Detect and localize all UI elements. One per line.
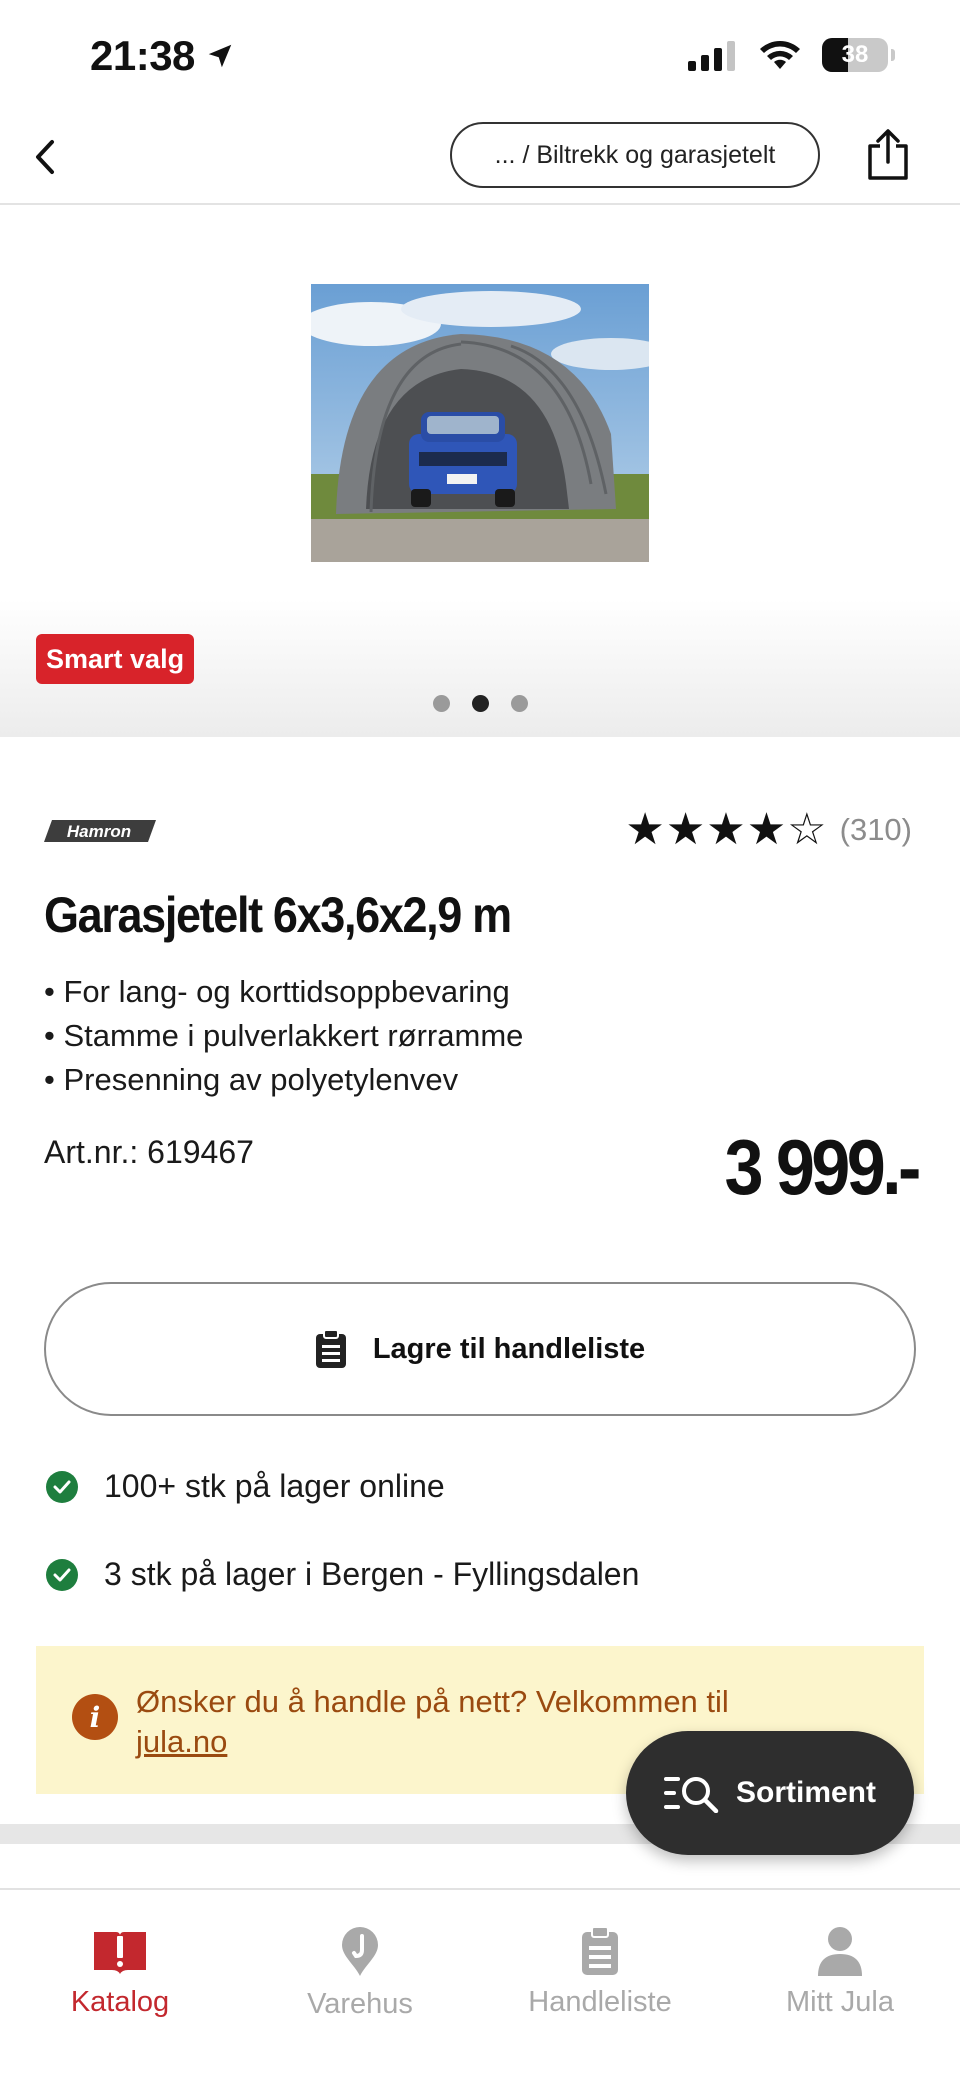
product-title: Garasjetelt 6x3,6x2,9 m <box>44 887 512 943</box>
feature-item: Stamme i pulverlakkert rørramme <box>44 1014 523 1058</box>
tab-mitt-jula[interactable]: Mitt Jula <box>720 1890 960 2077</box>
chevron-left-icon <box>36 140 54 174</box>
clipboard-list-icon <box>582 1926 618 1975</box>
clock-text: 21:38 <box>90 32 195 79</box>
save-button-label: Lagre til handleliste <box>372 1332 646 1365</box>
product-image[interactable] <box>311 284 649 562</box>
check-circle-icon <box>46 1470 78 1503</box>
rating-stars: ★★★★☆ <box>625 805 828 854</box>
catalog-book-icon <box>94 1932 146 1974</box>
location-arrow-icon <box>208 44 232 68</box>
stock-store-text: 3 stk på lager i Bergen - Fyllingsdalen <box>104 1556 640 1592</box>
save-to-shopping-list-button[interactable]: Lagre til handleliste <box>44 1282 916 1416</box>
smart-choice-badge: Smart valg <box>36 634 195 684</box>
product-price: 3 999.- <box>724 1123 922 1211</box>
tab-katalog[interactable]: Katalog <box>0 1890 240 2077</box>
battery-icon: 38 <box>822 38 895 72</box>
jula-link[interactable]: jula.no <box>136 1724 227 1759</box>
search-list-icon <box>663 1777 719 1813</box>
product-rating[interactable]: ★★★★☆ (310) <box>625 808 912 852</box>
tab-label: Mitt Jula <box>786 1986 894 2018</box>
carousel-dot[interactable] <box>432 695 450 712</box>
status-time: 21:38 <box>90 32 235 80</box>
article-number: Art.nr.: 619467 <box>44 1134 254 1170</box>
breadcrumb[interactable]: ... / Biltrekk og garasjetelt <box>450 122 820 188</box>
feature-list: For lang- og korttidsoppbevaring Stamme … <box>44 970 523 1102</box>
info-icon: i <box>72 1694 118 1740</box>
tab-varehus[interactable]: Varehus <box>240 1890 480 2077</box>
sortiment-label: Sortiment <box>735 1776 876 1809</box>
status-bar: 21:38 38 <box>0 0 960 110</box>
back-button[interactable] <box>20 132 70 182</box>
brand-logo[interactable]: Hamron <box>44 818 156 844</box>
share-icon <box>868 129 908 180</box>
map-pin-icon <box>342 1927 378 1976</box>
tab-label: Handleliste <box>528 1986 672 2018</box>
feature-item: For lang- og korttidsoppbevaring <box>44 970 523 1014</box>
carousel-dots <box>0 695 960 712</box>
carousel-dot-active[interactable] <box>471 695 489 712</box>
share-button[interactable] <box>862 126 914 184</box>
battery-level: 38 <box>841 41 869 68</box>
tab-handleliste[interactable]: Handleliste <box>480 1890 720 2077</box>
rating-count: (310) <box>839 812 912 847</box>
info-message: Ønsker du å handle på nett? Velkommen ti… <box>136 1684 729 1719</box>
bottom-tab-bar: Katalog Varehus Handleliste Mitt Jula <box>0 1888 960 2077</box>
stock-online: 100+ stk på lager online <box>46 1468 445 1505</box>
wifi-icon <box>760 41 800 69</box>
tab-label: Katalog <box>70 1986 170 2018</box>
tab-label: Varehus <box>307 1988 413 2020</box>
status-indicators: 38 <box>688 38 895 72</box>
product-gallery[interactable]: Smart valg <box>0 207 960 737</box>
carousel-dot[interactable] <box>510 695 528 712</box>
signal-icon <box>688 41 735 71</box>
user-icon <box>818 1927 862 1976</box>
check-circle-icon <box>46 1558 78 1591</box>
clipboard-icon <box>315 1329 346 1368</box>
nav-header: ... / Biltrekk og garasjetelt <box>0 110 960 205</box>
brand-name: Hamron <box>67 822 131 841</box>
stock-online-text: 100+ stk på lager online <box>104 1468 445 1504</box>
feature-item: Presenning av polyetylenvev <box>44 1058 523 1102</box>
sortiment-button[interactable]: Sortiment <box>626 1731 914 1855</box>
stock-store[interactable]: 3 stk på lager i Bergen - Fyllingsdalen <box>46 1556 639 1593</box>
